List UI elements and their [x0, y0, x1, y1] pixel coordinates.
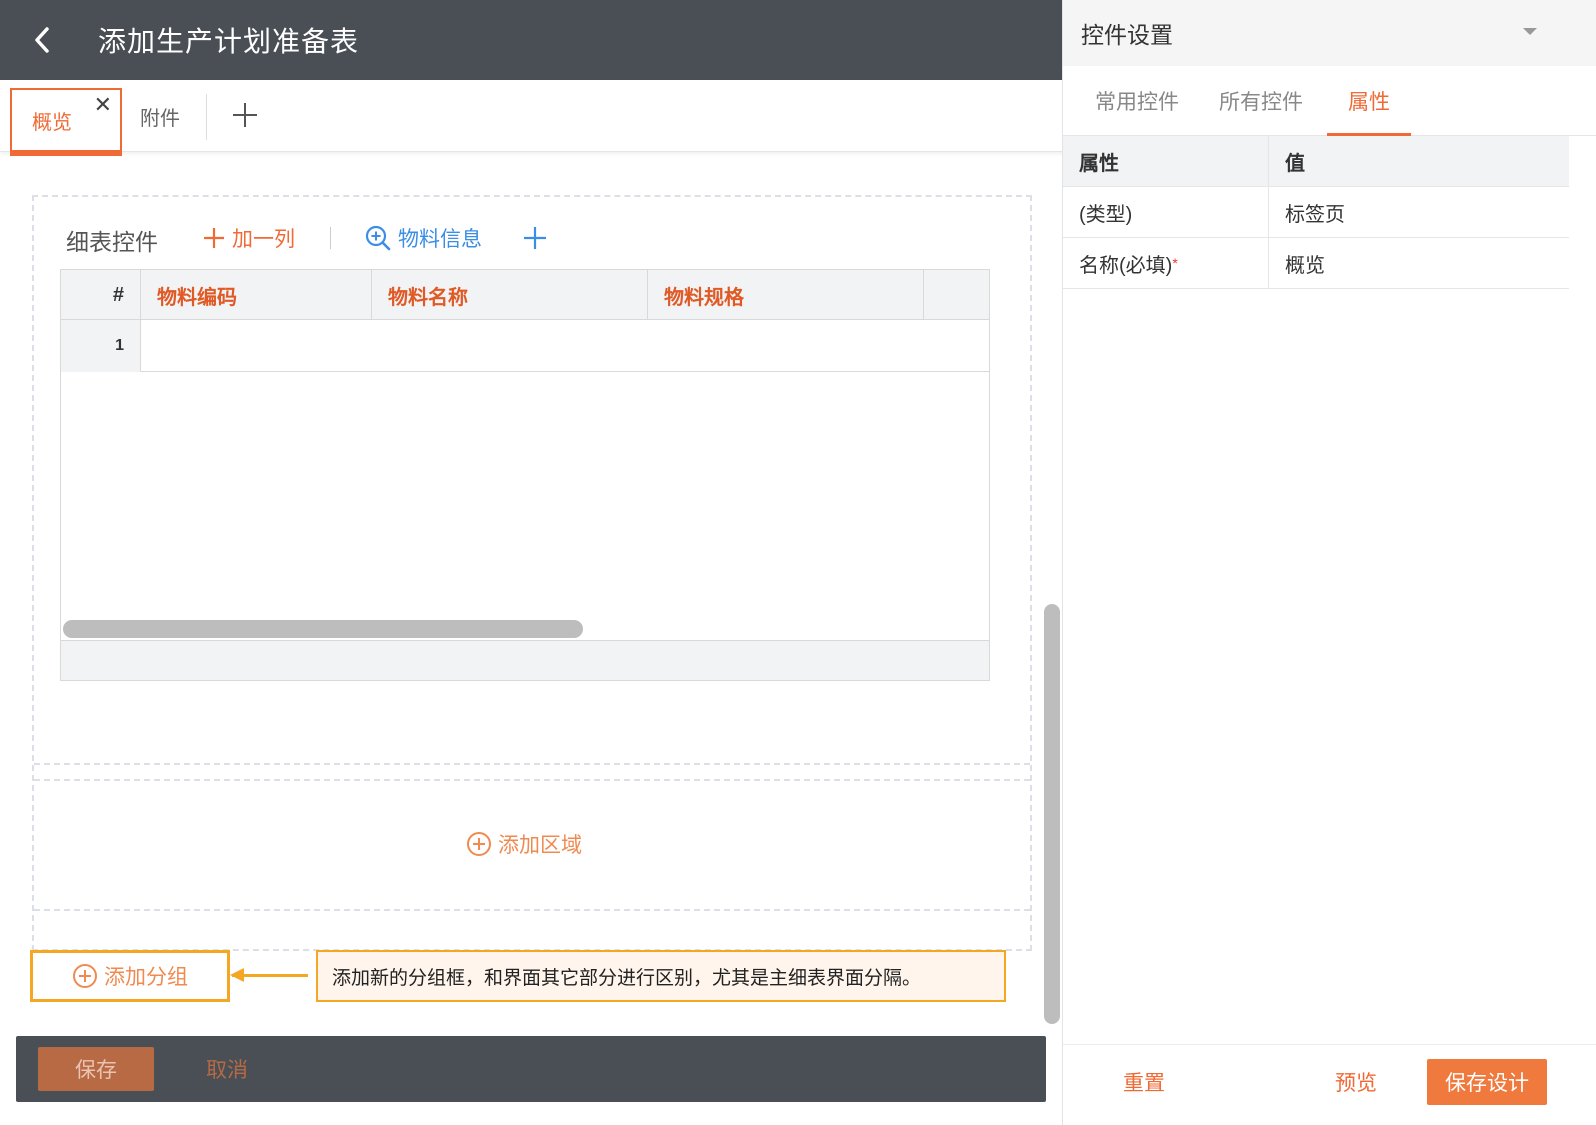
detail-control-label: 细表控件	[66, 229, 158, 255]
add-column-button[interactable]: 加一列	[202, 223, 295, 253]
active-tab-indicator	[10, 152, 122, 156]
column-header-material-code[interactable]: 物料编码	[141, 270, 372, 320]
detail-grid: # 物料编码 物料名称 物料规格 1	[60, 269, 990, 681]
row-index: 1	[61, 320, 141, 372]
property-table: 属性 值 (类型) 标签页 名称(必填) * 概览	[1063, 136, 1569, 289]
property-key-name-label: 名称(必填)	[1079, 254, 1173, 277]
chevron-left-icon	[35, 27, 49, 53]
tab-overview[interactable]: 概览 ✕	[10, 88, 122, 156]
panel-tabs: 常用控件 所有控件 属性	[1063, 66, 1596, 137]
reset-button[interactable]: 重置	[1123, 1067, 1165, 1097]
save-design-button[interactable]: 保存设计	[1427, 1059, 1547, 1105]
back-button[interactable]	[22, 20, 62, 60]
property-value-name[interactable]: 概览	[1269, 238, 1569, 288]
vertical-scrollbar[interactable]	[1044, 604, 1060, 1024]
add-region-button[interactable]: 添加区域	[466, 829, 582, 859]
column-header-index: #	[61, 270, 141, 320]
cancel-button[interactable]: 取消	[206, 1047, 248, 1091]
property-key-type: (类型)	[1063, 187, 1269, 237]
add-region-label: 添加区域	[498, 834, 582, 857]
tab-all-controls[interactable]: 所有控件	[1219, 66, 1303, 136]
circle-plus-icon	[73, 964, 97, 988]
property-key-name: 名称(必填) *	[1063, 238, 1269, 288]
panel-header: 控件设置	[1063, 0, 1596, 66]
required-mark: *	[1172, 255, 1178, 271]
grid-footer	[61, 640, 989, 680]
property-value-type: 标签页	[1285, 203, 1345, 226]
property-header-key: 属性	[1063, 136, 1269, 186]
table-row: 名称(必填) * 概览	[1063, 238, 1569, 289]
group-box: 细表控件 加一列 物料信息 # 物料编码 物料名称 物料规格 1 添加区域	[32, 195, 1032, 951]
tab-properties-label: 属性	[1348, 91, 1390, 114]
form-designer-canvas: 添加生产计划准备表 概览 ✕ 附件 细表控件 加一列 物料信息 # 物料编码 物…	[0, 0, 1080, 1125]
add-group-button[interactable]: 添加分组	[30, 950, 230, 1002]
column-header-material-name[interactable]: 物料名称	[372, 270, 648, 320]
material-info-label: 物料信息	[398, 228, 482, 251]
table-row[interactable]: 1	[61, 320, 989, 372]
tab-properties[interactable]: 属性	[1327, 66, 1411, 137]
toolbar-separator	[330, 227, 331, 249]
caret-down-icon[interactable]	[1523, 28, 1537, 35]
circle-plus-icon	[467, 832, 491, 856]
column-header-material-spec[interactable]: 物料规格	[648, 270, 924, 320]
tab-divider	[206, 94, 207, 140]
material-info-button[interactable]: 物料信息	[364, 223, 482, 253]
tab-bar: 概览 ✕ 附件	[0, 80, 1080, 156]
panel-footer: 重置 预览 保存设计	[1063, 1044, 1596, 1125]
horizontal-scrollbar[interactable]	[63, 620, 583, 638]
preview-button[interactable]: 预览	[1335, 1067, 1377, 1097]
zoom-in-icon	[365, 225, 391, 251]
add-group-label: 添加分组	[104, 966, 188, 989]
close-icon[interactable]: ✕	[94, 94, 112, 116]
plus-icon	[204, 228, 224, 248]
panel-title: 控件设置	[1081, 22, 1173, 48]
grid-header-row: # 物料编码 物料名称 物料规格	[61, 270, 989, 320]
tab-attachment[interactable]: 附件	[140, 80, 180, 152]
table-row: (类型) 标签页	[1063, 187, 1569, 238]
callout-arrow-icon	[230, 968, 244, 982]
page-title: 添加生产计划准备表	[98, 26, 360, 57]
bottom-action-bar: 保存 取消	[16, 1036, 1046, 1102]
tab-attachment-label: 附件	[140, 107, 180, 130]
add-field-icon[interactable]	[522, 225, 548, 251]
tab-overview-label: 概览	[32, 111, 72, 134]
tab-common-controls[interactable]: 常用控件	[1095, 66, 1179, 136]
add-column-label: 加一列	[232, 228, 295, 251]
add-tab-icon[interactable]	[230, 100, 260, 130]
detail-table-control[interactable]: 细表控件 加一列 物料信息 # 物料编码 物料名称 物料规格 1	[34, 197, 1030, 765]
property-header-value: 值	[1285, 152, 1305, 175]
control-settings-panel: 控件设置 常用控件 所有控件 属性 属性 值 (类型) 标签页 名称(必填) * …	[1062, 0, 1596, 1125]
property-table-header: 属性 值	[1063, 136, 1569, 187]
add-region-area: 添加区域	[34, 779, 1030, 911]
top-bar: 添加生产计划准备表	[0, 0, 1080, 80]
save-button[interactable]: 保存	[38, 1047, 154, 1091]
annotation-callout: 添加新的分组框，和界面其它部分进行区别，尤其是主细表界面分隔。	[316, 950, 1006, 1002]
